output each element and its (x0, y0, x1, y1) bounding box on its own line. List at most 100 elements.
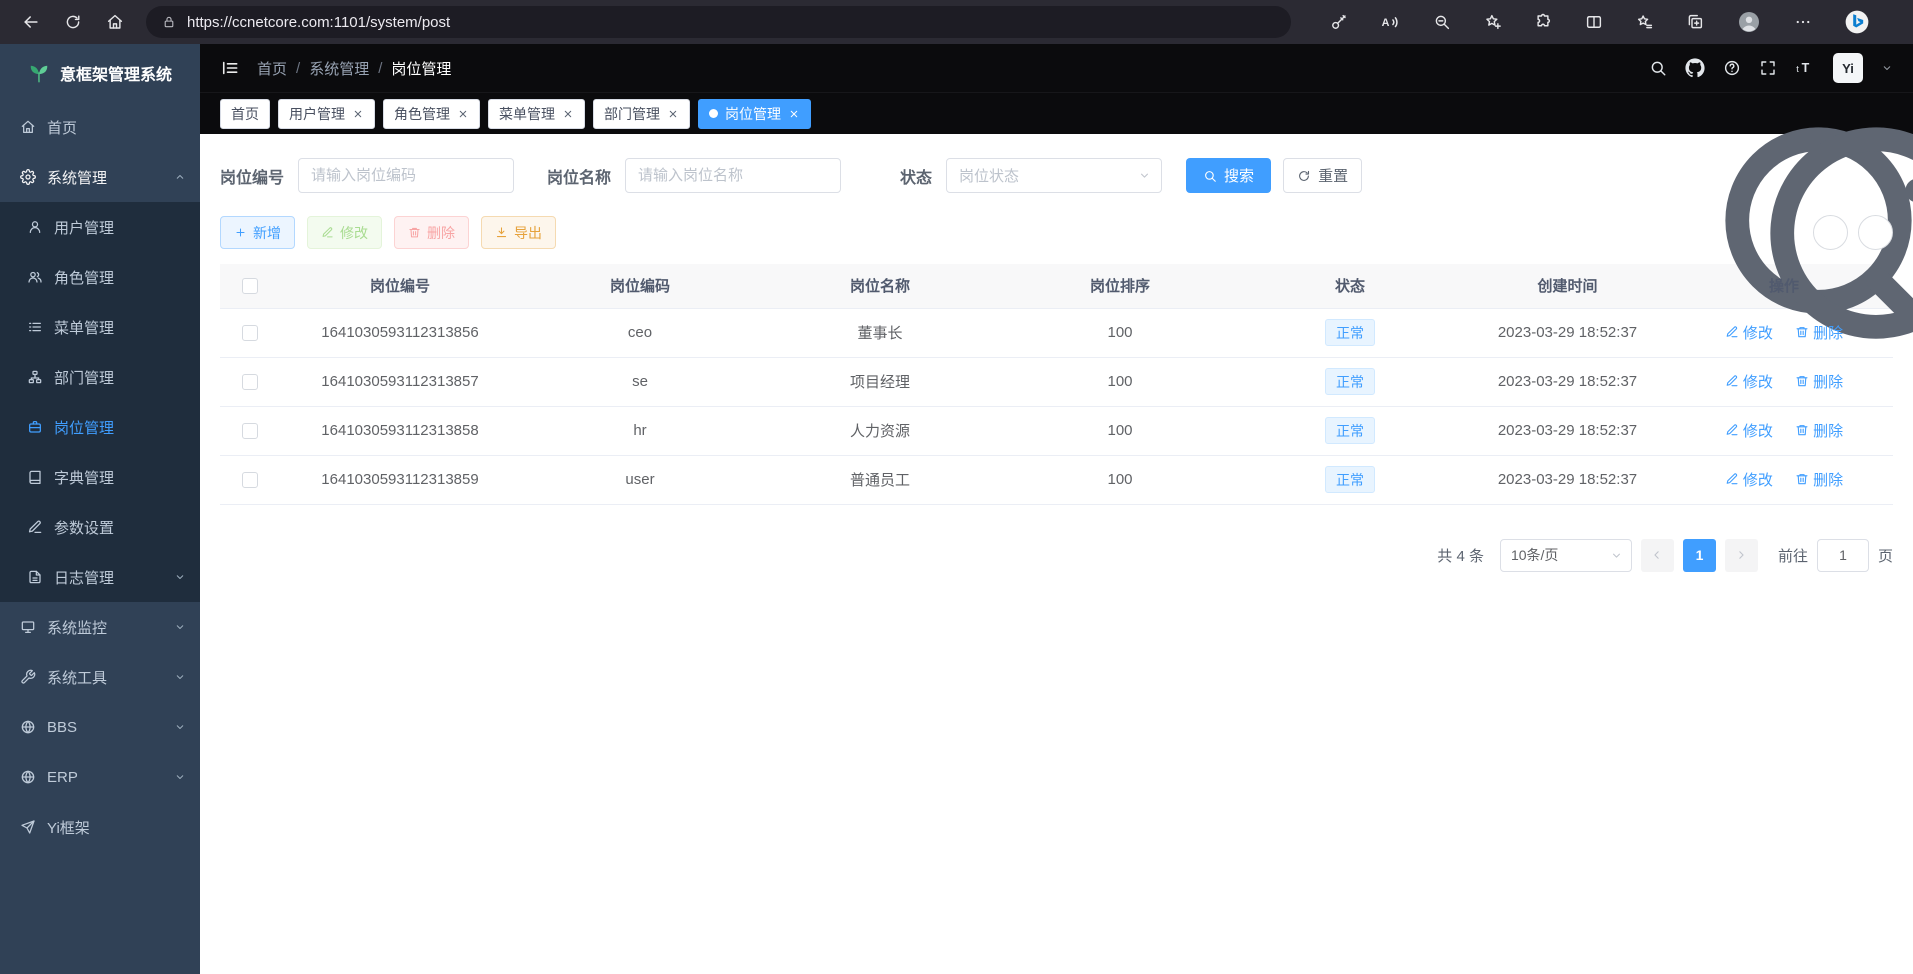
sidebar-item-erp[interactable]: ERP (0, 752, 200, 802)
row-delete-button[interactable]: 删除 (1795, 469, 1843, 490)
globe-icon (20, 769, 36, 785)
row-delete-button[interactable]: 删除 (1795, 420, 1843, 441)
sidebar-item-system-mgmt[interactable]: 系统管理 (0, 152, 200, 202)
post-code-input[interactable] (298, 158, 514, 193)
row-edit-button[interactable]: 修改 (1725, 371, 1773, 392)
tab-user-mgmt[interactable]: 用户管理 (278, 99, 375, 129)
sidebar-item-bbs[interactable]: BBS (0, 702, 200, 752)
browser-home-button[interactable] (94, 4, 136, 40)
user-avatar[interactable]: Yi (1833, 53, 1863, 83)
sidebar-item-monitor[interactable]: 系统监控 (0, 602, 200, 652)
more-menu-icon[interactable] (1794, 13, 1812, 31)
menu-label: 首页 (47, 117, 77, 138)
tab-dashboard[interactable]: 首页 (220, 99, 270, 129)
post-name-input[interactable] (625, 158, 841, 193)
search-button[interactable]: 搜索 (1186, 158, 1271, 193)
collections-icon[interactable] (1686, 13, 1704, 31)
breadcrumb-system-mgmt[interactable]: 系统管理 (309, 58, 369, 79)
row-checkbox[interactable] (242, 472, 258, 488)
status-select[interactable]: 岗位状态 (946, 158, 1162, 193)
extensions-icon[interactable] (1534, 13, 1552, 31)
cell-created-time: 2023-03-29 18:52:37 (1460, 308, 1675, 357)
chevron-down-icon (174, 721, 186, 733)
tab-dept-mgmt[interactable]: 部门管理 (593, 99, 690, 129)
tab-role-mgmt[interactable]: 角色管理 (383, 99, 480, 129)
row-edit-button[interactable]: 修改 (1725, 469, 1773, 490)
sidebar-item-dept-mgmt[interactable]: 部门管理 (0, 352, 200, 402)
sidebar-item-param-settings[interactable]: 参数设置 (0, 502, 200, 552)
close-icon[interactable] (562, 108, 574, 120)
sidebar-item-yi-framework[interactable]: Yi框架 (0, 802, 200, 852)
search-icon[interactable] (1649, 59, 1667, 77)
cell-created-time: 2023-03-29 18:52:37 (1460, 357, 1675, 406)
row-delete-button[interactable]: 删除 (1795, 371, 1843, 392)
sidebar-item-tools[interactable]: 系统工具 (0, 652, 200, 702)
sidebar-item-menu-mgmt[interactable]: 菜单管理 (0, 302, 200, 352)
row-delete-button[interactable]: 删除 (1795, 322, 1843, 343)
export-button[interactable]: 导出 (481, 216, 556, 249)
home-icon (106, 13, 124, 31)
row-edit-button[interactable]: 修改 (1725, 322, 1773, 343)
row-edit-button[interactable]: 修改 (1725, 420, 1773, 441)
goto-unit: 页 (1878, 545, 1893, 566)
reset-button[interactable]: 重置 (1283, 158, 1362, 193)
document-icon (27, 569, 43, 585)
fullscreen-icon[interactable] (1759, 59, 1777, 77)
trash-icon (1795, 325, 1809, 339)
row-checkbox[interactable] (242, 325, 258, 341)
next-page-button[interactable] (1725, 539, 1758, 572)
column-header-created: 创建时间 (1460, 264, 1675, 308)
sidebar-item-dict-mgmt[interactable]: 字典管理 (0, 452, 200, 502)
close-icon[interactable] (352, 108, 364, 120)
github-icon[interactable] (1685, 58, 1705, 78)
add-button[interactable]: 新增 (220, 216, 295, 249)
breadcrumb-home[interactable]: 首页 (257, 58, 287, 79)
trash-icon (1795, 472, 1809, 486)
profile-avatar-icon[interactable] (1737, 10, 1761, 34)
sidebar-item-role-mgmt[interactable]: 角色管理 (0, 252, 200, 302)
browser-chrome: https://ccnetcore.com:1101/system/post A (0, 0, 1913, 44)
sidebar-item-dashboard[interactable]: 首页 (0, 102, 200, 152)
goto-page-input[interactable] (1817, 539, 1869, 572)
page-size-select[interactable]: 10条/页 (1500, 539, 1632, 572)
bing-icon[interactable] (1844, 9, 1870, 35)
cell-post-id: 1641030593112313858 (280, 406, 520, 455)
tab-label: 岗位管理 (725, 104, 781, 124)
add-favorite-icon[interactable] (1484, 13, 1502, 31)
help-icon[interactable] (1723, 59, 1741, 77)
split-screen-icon[interactable] (1585, 13, 1603, 31)
current-page-button[interactable]: 1 (1683, 539, 1716, 572)
tab-menu-mgmt[interactable]: 菜单管理 (488, 99, 585, 129)
navbar-actions: tT Yi (1649, 53, 1893, 83)
delete-button[interactable]: 删除 (394, 216, 469, 249)
cell-post-sort: 100 (1000, 357, 1240, 406)
browser-refresh-button[interactable] (52, 4, 94, 40)
sidebar-toggle-icon[interactable] (220, 58, 240, 78)
row-checkbox[interactable] (242, 374, 258, 390)
sidebar-item-post-mgmt[interactable]: 岗位管理 (0, 402, 200, 452)
prev-page-button[interactable] (1641, 539, 1674, 572)
close-icon[interactable] (788, 108, 800, 120)
tab-label: 用户管理 (289, 104, 345, 124)
password-key-icon[interactable] (1330, 13, 1348, 31)
refresh-table-button[interactable] (1858, 215, 1893, 250)
zoom-icon[interactable] (1433, 13, 1451, 31)
post-code-label: 岗位编号 (220, 164, 284, 188)
chevron-down-icon[interactable] (1881, 62, 1893, 74)
select-all-checkbox[interactable] (242, 278, 258, 294)
menu-label: 用户管理 (54, 217, 114, 238)
app-logo[interactable]: 意框架管理系统 (0, 44, 200, 102)
favorites-icon[interactable] (1636, 13, 1654, 31)
edit-button[interactable]: 修改 (307, 216, 382, 249)
tab-post-mgmt[interactable]: 岗位管理 (698, 99, 811, 129)
sidebar-item-log-mgmt[interactable]: 日志管理 (0, 552, 200, 602)
read-aloud-icon[interactable]: A (1380, 12, 1400, 32)
chevron-down-icon (1138, 169, 1151, 182)
font-size-icon[interactable]: tT (1795, 58, 1815, 78)
address-bar[interactable]: https://ccnetcore.com:1101/system/post (146, 6, 1291, 38)
sidebar-item-user-mgmt[interactable]: 用户管理 (0, 202, 200, 252)
close-icon[interactable] (457, 108, 469, 120)
row-checkbox[interactable] (242, 423, 258, 439)
browser-back-button[interactable] (10, 4, 52, 40)
close-icon[interactable] (667, 108, 679, 120)
